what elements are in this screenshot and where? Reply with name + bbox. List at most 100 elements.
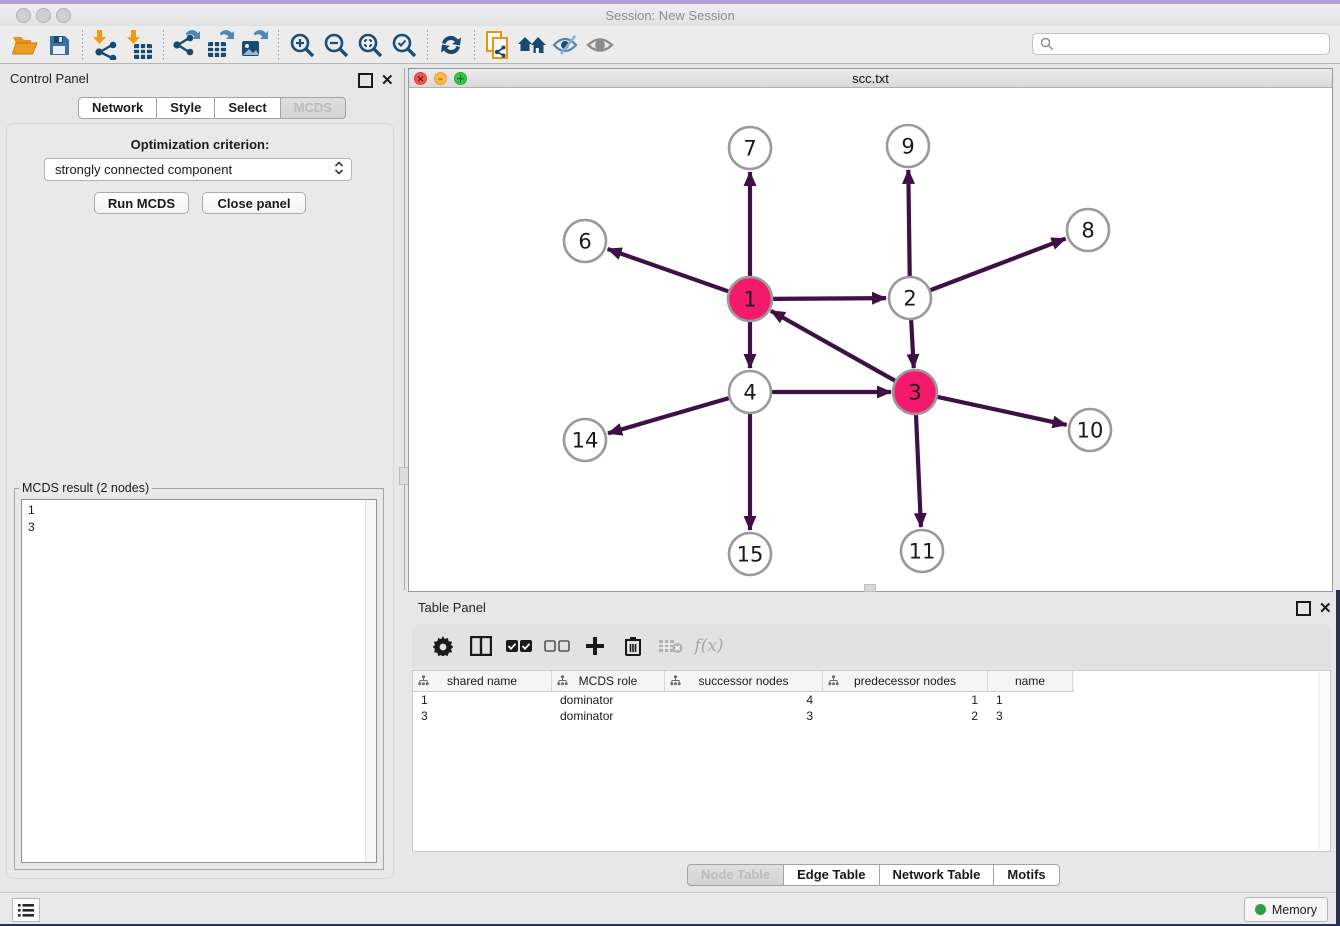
tab-style[interactable]: Style (156, 97, 215, 119)
tab-motifs[interactable]: Motifs (993, 864, 1059, 886)
chevron-up-down-icon (333, 160, 345, 179)
horizontal-splitter-handle[interactable] (864, 584, 876, 592)
export-table-icon[interactable] (204, 29, 238, 61)
graph-node-label-3: 3 (908, 381, 921, 405)
clone-network-icon[interactable] (481, 29, 515, 61)
open-session-icon[interactable] (8, 29, 42, 61)
cell-name: 1 (988, 693, 1073, 707)
network-view-window: ✕ − ＋ scc.txt 7968124314101511 (408, 68, 1333, 592)
import-network-icon[interactable] (89, 29, 123, 61)
tab-select[interactable]: Select (214, 97, 280, 119)
column-header-shared-name[interactable]: shared name (413, 671, 552, 691)
export-network-icon[interactable] (170, 29, 204, 61)
cell-predecessor-nodes: 2 (823, 709, 988, 723)
mcds-result-text[interactable]: 1 3 (21, 499, 377, 863)
zoom-in-icon[interactable] (285, 29, 319, 61)
function-builder-icon[interactable]: f(x) (690, 628, 728, 664)
graph-node-label-11: 11 (909, 540, 936, 564)
criterion-dropdown[interactable]: strongly connected component (44, 158, 352, 181)
tab-network[interactable]: Network (78, 97, 157, 119)
delete-column-icon[interactable] (614, 628, 652, 664)
zoom-out-icon[interactable] (319, 29, 353, 61)
mcds-result-title: MCDS result (2 nodes) (19, 481, 152, 495)
node-table: shared name MCDS role successor nodes pr… (412, 670, 1331, 852)
graph-edge-2-9[interactable] (908, 170, 909, 276)
graph-node-label-9: 9 (901, 135, 914, 159)
cell-name: 3 (988, 709, 1073, 723)
tab-node-table[interactable]: Node Table (687, 864, 784, 886)
graph-node-label-6: 6 (578, 230, 591, 254)
refresh-view-icon[interactable] (434, 29, 468, 61)
mcds-result-scrollbar[interactable] (365, 500, 376, 862)
toolbar-divider (427, 30, 428, 60)
table-panel-title: Table Panel (418, 600, 486, 615)
export-image-icon[interactable] (238, 29, 272, 61)
table-scrollbar[interactable] (1319, 672, 1329, 850)
memory-button[interactable]: Memory (1244, 897, 1328, 922)
deselect-all-checkboxes-icon[interactable] (538, 628, 576, 664)
zoom-fit-icon[interactable] (353, 29, 387, 61)
graph-edge-1-2[interactable] (772, 298, 886, 299)
column-header-name[interactable]: name (988, 671, 1073, 691)
add-column-icon[interactable] (576, 628, 614, 664)
split-panel-icon[interactable] (462, 628, 500, 664)
graph-node-label-7: 7 (743, 137, 756, 161)
search-field[interactable] (1032, 33, 1330, 55)
cell-shared-name: 1 (413, 693, 552, 707)
network-window-title: scc.txt (409, 71, 1332, 86)
attribute-icon (828, 675, 839, 686)
graph-edge-1-6[interactable] (608, 249, 730, 292)
column-header-successor-nodes[interactable]: successor nodes (665, 671, 823, 691)
control-panel-float-icon[interactable] (358, 73, 373, 88)
graph-edge-4-14[interactable] (608, 398, 729, 433)
cell-shared-name: 3 (413, 709, 552, 723)
graph-node-label-2: 2 (903, 287, 916, 311)
table-settings-gear-icon[interactable] (424, 628, 462, 664)
attribute-icon (418, 675, 429, 686)
column-header-predecessor-nodes[interactable]: predecessor nodes (823, 671, 988, 691)
network-graph: 7968124314101511 (409, 88, 1332, 592)
show-all-nodes-icon[interactable] (515, 29, 549, 61)
search-input[interactable] (1058, 36, 1329, 52)
show-hidden-icon[interactable] (583, 29, 617, 61)
app-title: Session: New Session (0, 8, 1340, 23)
graph-edge-3-1[interactable] (771, 311, 896, 381)
network-canvas[interactable]: 7968124314101511 (409, 88, 1332, 591)
search-icon (1040, 37, 1054, 51)
delete-table-icon[interactable] (652, 628, 690, 664)
status-bar: Memory (0, 892, 1340, 925)
attribute-icon (557, 675, 568, 686)
save-session-icon[interactable] (42, 29, 76, 61)
table-header-row: shared name MCDS role successor nodes pr… (413, 671, 1074, 692)
cell-predecessor-nodes: 1 (823, 693, 988, 707)
toolbar-divider (474, 30, 475, 60)
graph-edge-2-8[interactable] (931, 239, 1066, 291)
zoom-selected-icon[interactable] (387, 29, 421, 61)
cell-successor-nodes: 4 (665, 693, 823, 707)
tab-mcds[interactable]: MCDS (280, 97, 346, 119)
table-row[interactable]: 3 dominator 3 2 3 (413, 708, 1330, 724)
criterion-value: strongly connected component (55, 162, 232, 177)
memory-status-icon (1255, 904, 1266, 915)
graph-edge-3-11[interactable] (916, 414, 921, 527)
table-toolbar: f(x) (412, 624, 1331, 668)
close-panel-button[interactable]: Close panel (202, 192, 306, 214)
task-history-button[interactable] (12, 898, 40, 922)
import-table-icon[interactable] (123, 29, 157, 61)
optimization-criterion-label: Optimization criterion: (0, 137, 400, 152)
table-panel-close-icon[interactable]: ✕ (1319, 603, 1332, 614)
tab-network-table[interactable]: Network Table (879, 864, 995, 886)
control-panel-close-icon[interactable]: ✕ (381, 75, 394, 86)
hide-selected-icon[interactable] (549, 29, 583, 61)
run-mcds-button[interactable]: Run MCDS (94, 192, 189, 214)
graph-edge-3-10[interactable] (936, 397, 1066, 425)
attribute-icon (670, 675, 681, 686)
graph-edge-2-3[interactable] (911, 320, 914, 368)
column-header-mcds-role[interactable]: MCDS role (552, 671, 665, 691)
table-panel-float-icon[interactable] (1296, 601, 1311, 616)
table-row[interactable]: 1 dominator 4 1 1 (413, 692, 1330, 708)
graph-node-label-4: 4 (743, 381, 756, 405)
tab-edge-table[interactable]: Edge Table (783, 864, 879, 886)
select-all-checkboxes-icon[interactable] (500, 628, 538, 664)
memory-label: Memory (1272, 903, 1317, 917)
